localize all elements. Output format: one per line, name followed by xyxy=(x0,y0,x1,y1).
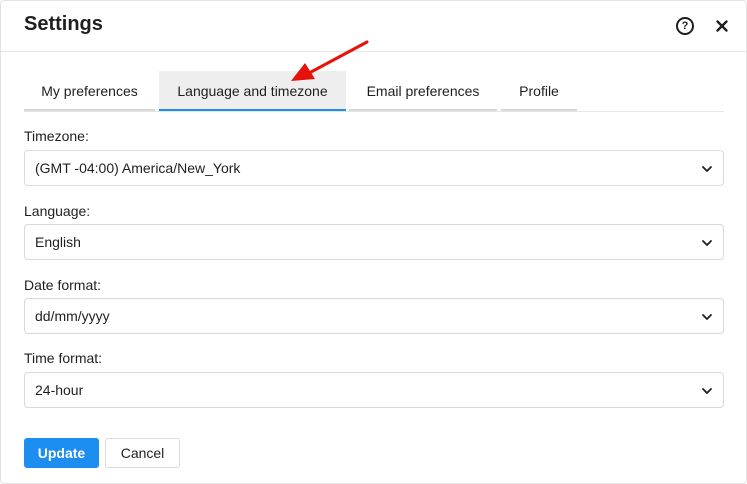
date-format-value: dd/mm/yyyy xyxy=(35,308,110,324)
date-format-label: Date format: xyxy=(24,277,102,293)
settings-dialog: Settings ? My preferences Language and t… xyxy=(0,0,747,484)
close-button[interactable] xyxy=(712,16,732,36)
update-button[interactable]: Update xyxy=(24,438,99,468)
tab-language-and-timezone[interactable]: Language and timezone xyxy=(159,71,346,111)
tab-email-preferences[interactable]: Email preferences xyxy=(349,71,497,111)
timezone-select[interactable]: (GMT -04:00) America/New_York xyxy=(24,150,724,186)
cancel-button[interactable]: Cancel xyxy=(105,438,180,468)
dialog-title: Settings xyxy=(24,13,103,35)
language-value: English xyxy=(35,234,81,250)
dialog-header: Settings ? xyxy=(1,1,746,52)
time-format-value: 24-hour xyxy=(35,382,84,398)
chevron-down-icon xyxy=(702,388,712,394)
language-select[interactable]: English xyxy=(24,224,724,260)
help-button[interactable]: ? xyxy=(676,17,694,35)
chevron-down-icon xyxy=(702,314,712,320)
question-circle-icon: ? xyxy=(681,20,689,32)
settings-tabs: My preferences Language and timezone Ema… xyxy=(24,71,724,112)
date-format-select[interactable]: dd/mm/yyyy xyxy=(24,298,724,334)
time-format-label: Time format: xyxy=(24,350,103,366)
close-icon xyxy=(716,20,728,32)
tab-profile[interactable]: Profile xyxy=(501,71,577,111)
chevron-down-icon xyxy=(702,166,712,172)
timezone-value: (GMT -04:00) America/New_York xyxy=(35,160,241,176)
tab-my-preferences[interactable]: My preferences xyxy=(24,71,155,111)
time-format-select[interactable]: 24-hour xyxy=(24,372,724,408)
timezone-label: Timezone: xyxy=(24,128,89,144)
language-label: Language: xyxy=(24,203,91,219)
chevron-down-icon xyxy=(702,240,712,246)
